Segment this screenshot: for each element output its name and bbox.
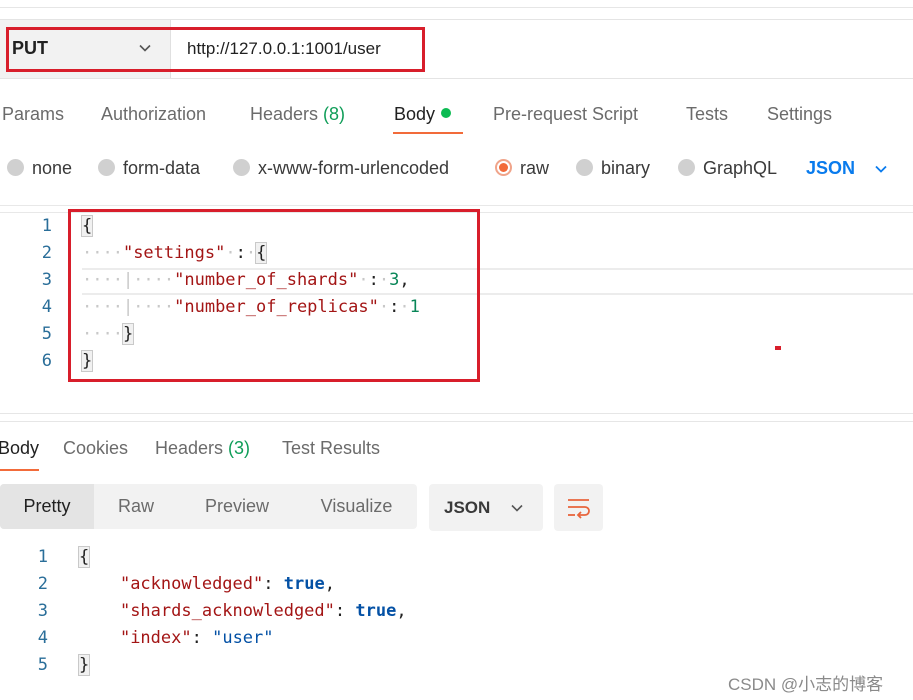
tab-authorization[interactable]: Authorization xyxy=(101,104,206,125)
tab-label: Pre-request Script xyxy=(493,104,639,124)
json-boolean: true xyxy=(355,601,397,621)
json-string: "user" xyxy=(212,628,274,648)
headers-count: (3) xyxy=(228,438,251,458)
response-tab-cookies[interactable]: Cookies xyxy=(63,438,128,459)
json-boolean: true xyxy=(283,574,325,594)
radio-label: binary xyxy=(601,158,651,178)
top-divider xyxy=(0,7,913,8)
tab-pre-request-script[interactable]: Pre-request Script xyxy=(493,104,638,125)
radio-label: raw xyxy=(520,158,550,178)
line-number: 4 xyxy=(41,297,52,317)
radio-icon xyxy=(7,159,24,176)
divider xyxy=(0,421,913,422)
tab-tests[interactable]: Tests xyxy=(686,104,728,125)
tab-label: Cookies xyxy=(63,438,129,458)
code-text: { xyxy=(77,546,91,568)
chevron-down-icon[interactable] xyxy=(873,161,889,177)
response-view-group: Pretty Raw Preview Visualize xyxy=(0,484,417,529)
headers-count: (8) xyxy=(323,104,346,124)
tab-label: Params xyxy=(2,104,65,124)
code-line: 4 "index": "user" xyxy=(0,628,913,655)
code-line: 1 { xyxy=(0,546,913,574)
radio-icon xyxy=(98,159,115,176)
tab-label: Settings xyxy=(767,104,833,124)
radio-icon xyxy=(678,159,695,176)
tab-label: Body xyxy=(394,104,436,124)
radio-label: GraphQL xyxy=(703,158,778,178)
tab-label: Headers xyxy=(250,104,324,124)
active-tab-underline xyxy=(393,132,463,134)
radio-label: none xyxy=(32,158,73,178)
code-brace: { xyxy=(77,546,91,568)
active-tab-underline xyxy=(0,469,39,471)
view-preview-button[interactable]: Preview xyxy=(178,484,296,529)
radio-none[interactable]: none xyxy=(7,158,72,179)
response-body-viewer[interactable]: 1 { 2 "acknowledged": true, 3 "shards_ac… xyxy=(0,546,913,687)
radio-label: x-www-form-urlencoded xyxy=(258,158,450,178)
radio-icon xyxy=(576,159,593,176)
response-tab-test-results[interactable]: Test Results xyxy=(282,438,380,459)
response-format-label: JSON xyxy=(444,498,491,517)
radio-raw[interactable]: raw xyxy=(495,158,549,179)
code-text: "index": "user" xyxy=(119,628,274,648)
chevron-down-icon xyxy=(511,504,523,512)
response-tab-body[interactable]: Body xyxy=(0,438,39,459)
json-key: "index" xyxy=(119,628,192,648)
tab-label: Body xyxy=(0,438,40,458)
tab-body[interactable]: Body xyxy=(394,104,452,125)
line-number: 2 xyxy=(41,243,52,263)
view-pretty-button[interactable]: Pretty xyxy=(0,484,94,529)
response-tabs: Body Cookies Headers (3) Test Results xyxy=(0,430,913,470)
radio-form-data[interactable]: form-data xyxy=(98,158,200,179)
line-number: 6 xyxy=(41,351,52,371)
code-brace: } xyxy=(77,654,91,676)
line-number: 1 xyxy=(41,216,52,236)
wrap-lines-icon xyxy=(568,499,590,519)
radio-label: form-data xyxy=(123,158,201,178)
divider xyxy=(0,413,913,414)
response-tab-headers[interactable]: Headers (3) xyxy=(155,438,250,459)
line-number: 3 xyxy=(37,601,48,621)
body-indicator-dot xyxy=(441,108,452,118)
line-number: 3 xyxy=(41,270,52,290)
body-type-selector: none form-data x-www-form-urlencoded raw… xyxy=(0,150,913,188)
watermark: CSDN @小志的博客 xyxy=(728,675,884,694)
tab-label: Authorization xyxy=(101,104,207,124)
body-format-dropdown[interactable]: JSON xyxy=(806,158,855,179)
tab-params[interactable]: Params xyxy=(2,104,64,125)
annotation-box-body xyxy=(68,209,480,382)
radio-icon xyxy=(233,159,250,176)
tab-label: Headers xyxy=(155,438,229,458)
tab-settings[interactable]: Settings xyxy=(767,104,832,125)
view-raw-button[interactable]: Raw xyxy=(94,484,178,529)
line-number: 2 xyxy=(37,574,48,594)
tab-label: Tests xyxy=(686,104,729,124)
tab-headers[interactable]: Headers (8) xyxy=(250,104,345,125)
annotation-mark xyxy=(775,346,781,350)
divider xyxy=(0,205,913,206)
json-key: "shards_acknowledged" xyxy=(119,601,335,621)
radio-graphql[interactable]: GraphQL xyxy=(678,158,777,179)
view-visualize-button[interactable]: Visualize xyxy=(296,484,417,529)
response-format-dropdown[interactable]: JSON xyxy=(429,484,543,531)
line-number: 4 xyxy=(37,628,48,648)
code-text: "shards_acknowledged": true, xyxy=(119,601,407,621)
line-number: 5 xyxy=(41,324,52,344)
tab-label: Test Results xyxy=(282,438,381,458)
code-text: "acknowledged": true, xyxy=(119,574,335,594)
json-key: "acknowledged" xyxy=(119,574,264,594)
code-line: 2 "acknowledged": true, xyxy=(0,574,913,601)
annotation-box-url xyxy=(6,27,425,72)
radio-x-www-form-urlencoded[interactable]: x-www-form-urlencoded xyxy=(233,158,449,179)
line-number: 1 xyxy=(37,547,48,567)
code-text: } xyxy=(77,654,91,676)
line-number: 5 xyxy=(37,655,48,675)
wrap-lines-button[interactable] xyxy=(554,484,603,531)
request-tabs: Params Authorization Headers (8) Body Pr… xyxy=(0,96,913,136)
radio-selected-icon xyxy=(495,159,512,176)
code-line: 3 "shards_acknowledged": true, xyxy=(0,601,913,628)
radio-binary[interactable]: binary xyxy=(576,158,650,179)
